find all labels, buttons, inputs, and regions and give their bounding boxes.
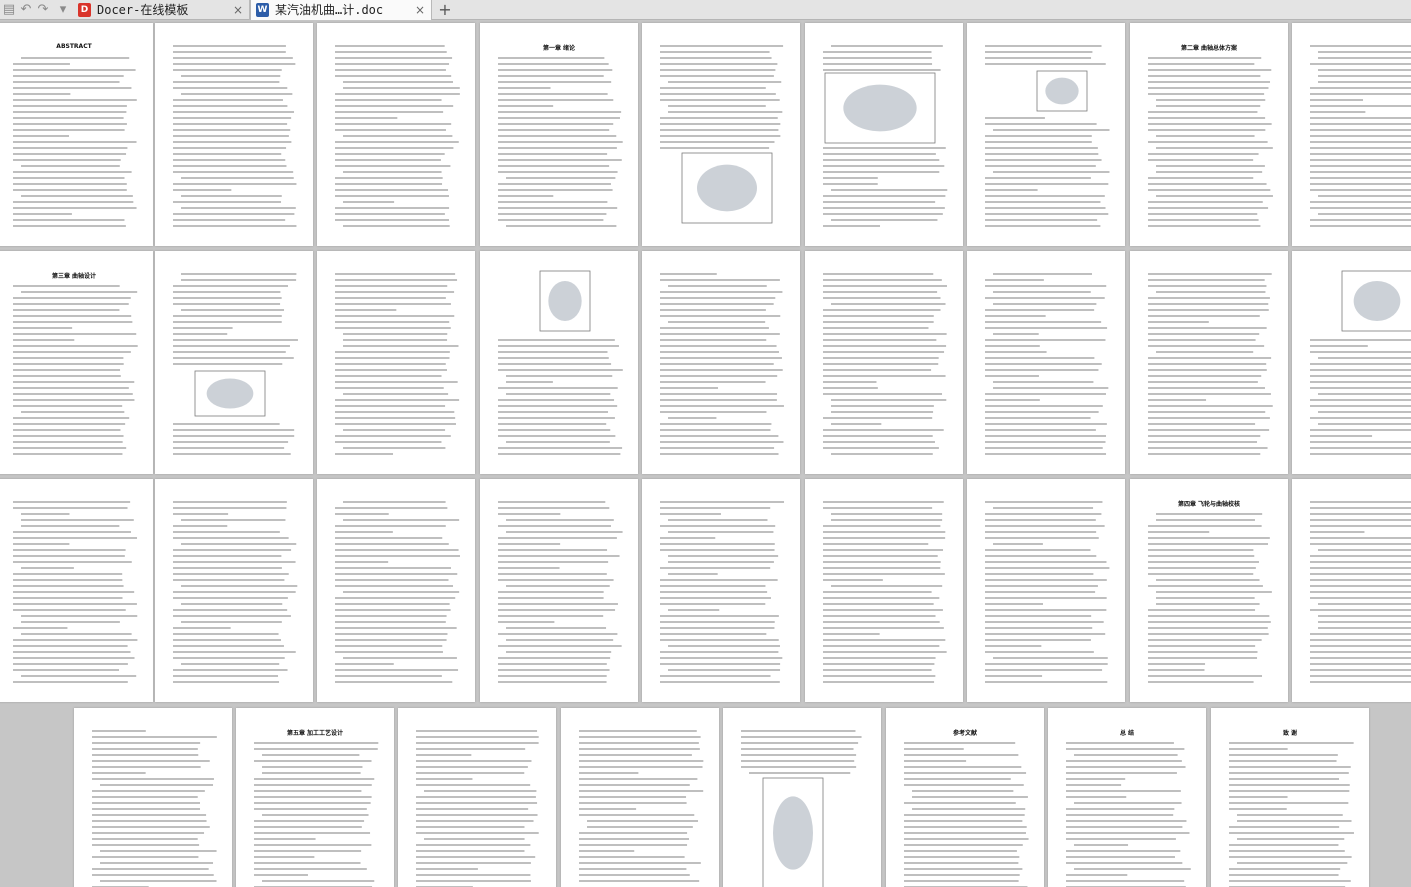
page-heading: 第五章 加工工艺设计 — [286, 730, 344, 737]
wps-writer-icon: W — [256, 3, 269, 17]
page-content-lines — [660, 501, 785, 683]
page-heading: ABSTRACT — [56, 43, 92, 50]
document-page-thumbnail[interactable]: 第三章 曲轴设计 — [0, 251, 153, 474]
document-page-thumbnail[interactable] — [723, 708, 881, 887]
figure-shape — [1045, 77, 1079, 105]
page-content-lines — [173, 45, 297, 227]
document-page-thumbnail[interactable] — [642, 479, 800, 702]
redo-icon[interactable]: ↷ — [35, 2, 51, 18]
document-page-thumbnail[interactable] — [480, 251, 638, 474]
document-page-thumbnail[interactable] — [967, 23, 1125, 246]
page-content-lines — [985, 501, 1110, 683]
page-content-lines — [335, 45, 460, 227]
document-page-thumbnail[interactable] — [805, 23, 963, 246]
undo-icon[interactable]: ↶ — [18, 2, 34, 18]
page-content-lines — [335, 273, 460, 455]
document-page-thumbnail[interactable] — [398, 708, 556, 887]
page-content-lines — [1310, 270, 1411, 455]
figure-shape — [773, 796, 813, 870]
page-content-lines — [823, 273, 947, 455]
document-page-thumbnail[interactable] — [1292, 479, 1411, 702]
page-content-lines — [498, 270, 623, 455]
document-page-thumbnail[interactable] — [317, 479, 475, 702]
document-page-thumbnail[interactable]: 第二章 曲轴总体方案 — [1130, 23, 1288, 246]
document-page-thumbnail[interactable] — [155, 251, 313, 474]
document-page-thumbnail[interactable] — [805, 479, 963, 702]
tab-document[interactable]: W 某汽油机曲…计.doc × — [250, 0, 432, 20]
document-page-thumbnail[interactable] — [155, 479, 313, 702]
app-menu-icon[interactable]: ▤ — [1, 2, 17, 18]
document-page-thumbnail[interactable] — [317, 251, 475, 474]
page-heading: 第一章 绪论 — [542, 45, 576, 52]
page-content-lines — [1148, 513, 1272, 683]
page-content-lines — [498, 501, 623, 683]
new-tab-button[interactable]: + — [436, 0, 454, 20]
figure-shape — [1353, 281, 1401, 321]
document-canvas[interactable]: ⇥ ABSTRACT第一章 绪论第二章 曲轴总体方案第三章 曲轴设计第四章 飞轮… — [0, 20, 1411, 887]
close-icon[interactable]: × — [415, 0, 425, 20]
document-page-thumbnail[interactable] — [967, 251, 1125, 474]
document-page-thumbnail[interactable] — [805, 251, 963, 474]
document-page-thumbnail[interactable] — [1292, 23, 1411, 246]
document-page-thumbnail[interactable] — [480, 479, 638, 702]
tab-document-label: 某汽油机曲…计.doc — [275, 3, 384, 17]
page-content-lines — [823, 45, 948, 227]
page-content-lines — [13, 57, 137, 227]
tab-docer[interactable]: D Docer-在线模板 × — [73, 0, 250, 20]
chevron-down-icon[interactable]: ▾ — [55, 2, 71, 18]
tab-docer-label: Docer-在线模板 — [97, 3, 189, 17]
document-page-thumbnail[interactable] — [0, 479, 153, 702]
page-content-lines — [660, 45, 784, 224]
document-page-thumbnail[interactable]: 第五章 加工工艺设计 — [236, 708, 394, 887]
page-content-lines — [985, 45, 1110, 227]
page-heading: 总 结 — [1119, 730, 1135, 737]
page-content-lines — [416, 730, 539, 887]
page-heading: 第二章 曲轴总体方案 — [1180, 45, 1238, 52]
page-content-lines — [823, 501, 947, 683]
page-content-lines — [92, 730, 217, 887]
document-page-thumbnail[interactable]: 致 谢 — [1211, 708, 1369, 887]
page-content-lines — [741, 730, 862, 887]
figure-shape — [843, 84, 917, 132]
document-page-thumbnail[interactable]: 总 结 — [1048, 708, 1206, 887]
document-page-thumbnail[interactable] — [1130, 251, 1288, 474]
close-icon[interactable]: × — [233, 0, 243, 20]
page-heading: 第四章 飞轮与曲轴校核 — [1177, 501, 1241, 508]
document-page-thumbnail[interactable] — [561, 708, 719, 887]
page-content-lines — [173, 273, 298, 455]
page-content-lines — [173, 501, 298, 683]
page-content-lines — [13, 501, 138, 683]
figure-shape — [548, 281, 582, 321]
page-content-lines — [498, 57, 623, 227]
page-heading: 参考文献 — [952, 730, 977, 737]
page-content-lines — [13, 285, 138, 455]
figure-shape — [697, 164, 757, 212]
document-page-thumbnail[interactable] — [967, 479, 1125, 702]
document-page-thumbnail[interactable]: 第一章 绪论 — [480, 23, 638, 246]
document-page-thumbnail[interactable] — [642, 23, 800, 246]
document-page-thumbnail[interactable]: ABSTRACT — [0, 23, 153, 246]
tab-bar: ▤ ↶ ↷ ▾ D Docer-在线模板 × W 某汽油机曲…计.doc × + — [0, 0, 1411, 20]
page-content-lines — [335, 501, 460, 683]
page-content-lines — [985, 273, 1109, 455]
page-content-lines — [1310, 501, 1411, 683]
page-heading: 第三章 曲轴设计 — [51, 273, 97, 280]
document-page-thumbnail[interactable]: 第四章 飞轮与曲轴校核 — [1130, 479, 1288, 702]
document-page-thumbnail[interactable] — [1292, 251, 1411, 474]
page-heading: 致 谢 — [1282, 730, 1298, 737]
document-page-thumbnail[interactable] — [74, 708, 232, 887]
page-content-lines — [1310, 45, 1411, 227]
docer-icon: D — [78, 3, 91, 17]
figure-shape — [206, 378, 254, 409]
document-page-thumbnail[interactable] — [155, 23, 313, 246]
page-content-lines — [579, 730, 704, 882]
page-content-lines — [1148, 57, 1273, 227]
page-content-lines — [660, 273, 784, 455]
page-content-lines — [1148, 273, 1273, 455]
document-page-thumbnail[interactable] — [642, 251, 800, 474]
document-page-thumbnail[interactable] — [317, 23, 475, 246]
document-page-thumbnail[interactable]: 参考文献 — [886, 708, 1044, 887]
